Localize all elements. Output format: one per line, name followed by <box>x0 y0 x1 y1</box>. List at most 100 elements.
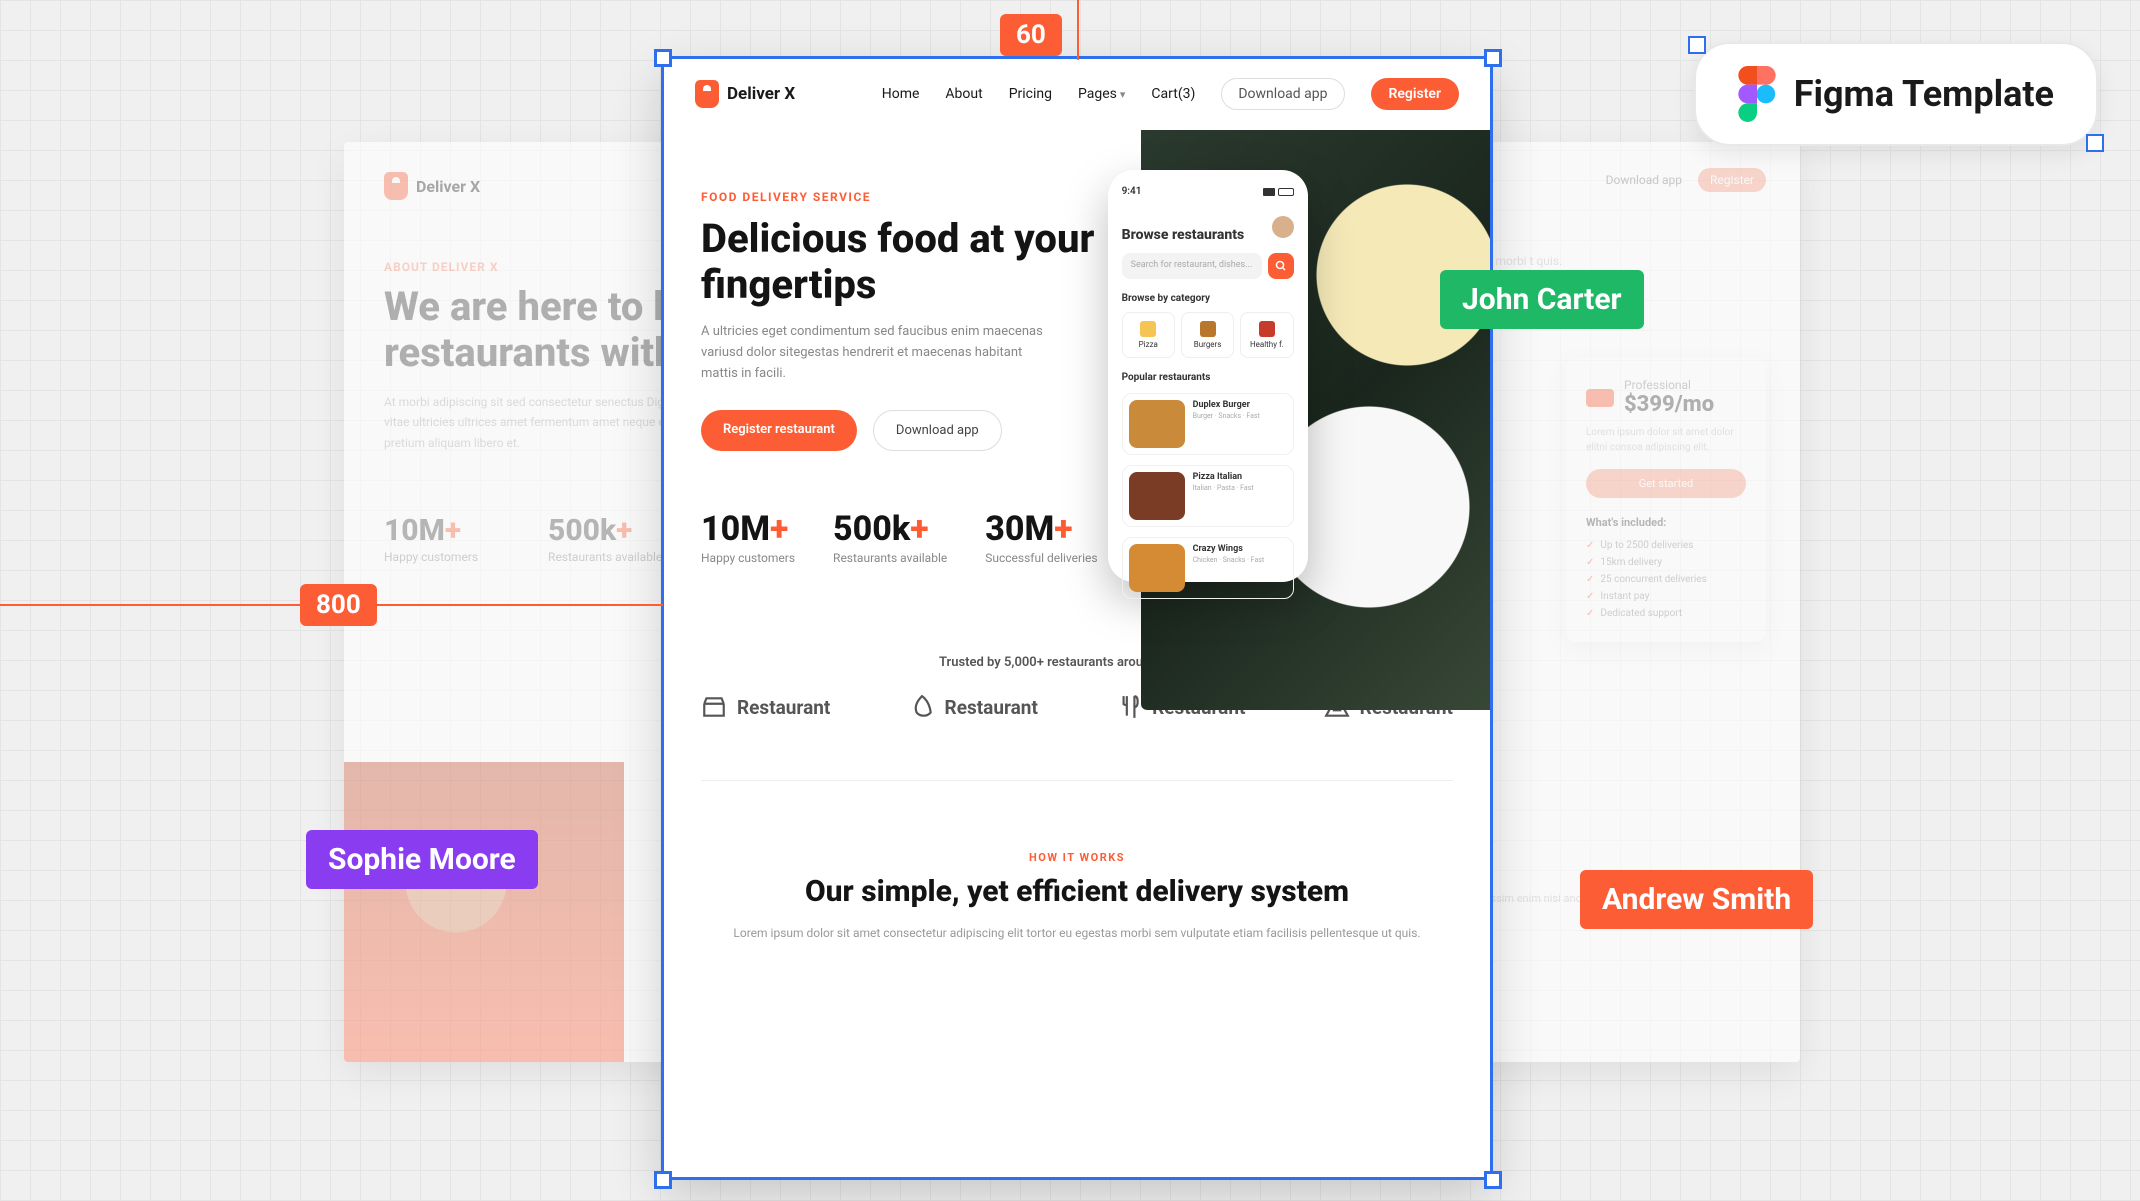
bg-right-nav-register: Register <box>1698 168 1766 192</box>
phone-search-button[interactable] <box>1268 253 1294 279</box>
phone-cat-pizza[interactable]: Pizza <box>1122 312 1175 358</box>
cat-label: Healthy f. <box>1250 340 1284 349</box>
plan-feature: 25 concurrent deliveries <box>1586 571 1746 588</box>
hero-eyebrow: FOOD DELIVERY SERVICE <box>701 190 1128 204</box>
stat-0-lbl: Happy customers <box>701 551 795 565</box>
rest-meta: Chicken · Snacks · Fast <box>1193 556 1287 564</box>
brand-logo[interactable]: Deliver X <box>695 80 795 108</box>
nav-link-pages[interactable]: Pages <box>1078 86 1125 102</box>
phone-restaurant-item[interactable]: Pizza Italian Italian · Pasta · Fast <box>1122 465 1294 527</box>
rest-meta: Burger · Snacks · Fast <box>1193 412 1287 420</box>
collab-tag-john: John Carter <box>1440 270 1644 329</box>
section-divider <box>701 780 1453 781</box>
phone-mockup: 9:41 Browse restaurants Search for resta… <box>1108 170 1308 582</box>
cat-icon <box>1140 321 1156 337</box>
plan-title: Professional <box>1624 378 1714 392</box>
phone-title: Browse restaurants <box>1122 227 1245 243</box>
figma-logo-icon <box>1738 66 1776 122</box>
bg-left-stat-1-num: 500k <box>548 513 616 548</box>
plan-feature: Instant pay <box>1586 588 1746 605</box>
stat-1-lbl: Restaurants available <box>833 551 947 565</box>
nav-link-home[interactable]: Home <box>882 86 920 102</box>
phone-cat-healthy[interactable]: Healthy f. <box>1240 312 1293 358</box>
plan-cta-button: Get started <box>1586 469 1746 498</box>
trusted-logo: Restaurant <box>909 694 1038 720</box>
rest-thumb <box>1129 400 1185 448</box>
bg-left-stat-1-lbl: Restaurants available <box>548 550 662 564</box>
figma-template-badge: Figma Template <box>1694 42 2098 146</box>
rest-name: Pizza Italian <box>1193 472 1287 482</box>
pricing-plan-card: Professional $399/mo Lorem ipsum dolor s… <box>1566 358 1766 642</box>
selection-handle-bl[interactable] <box>654 1171 672 1189</box>
stat-1-num: 500k <box>833 509 910 549</box>
hero-download-button[interactable]: Download app <box>873 410 1002 451</box>
cat-label: Pizza <box>1139 340 1158 349</box>
spacing-line-top <box>1077 0 1079 60</box>
collab-tag-andrew: Andrew Smith <box>1580 870 1813 929</box>
bg-left-brand: Deliver X <box>416 177 480 196</box>
stat-0-num: 10M <box>701 509 770 549</box>
plan-icon <box>1586 389 1614 407</box>
avatar <box>1272 216 1294 238</box>
plan-whats-included: What's included: <box>1586 516 1746 529</box>
trusted-text: Restaurant <box>945 696 1038 719</box>
nav-link-cart[interactable]: Cart(3) <box>1151 86 1195 102</box>
bg-left-stat-0-lbl: Happy customers <box>384 550 478 564</box>
nav-link-pricing[interactable]: Pricing <box>1009 86 1052 102</box>
hero-stats: 10M+Happy customers 500k+Restaurants ava… <box>701 509 1128 575</box>
rest-meta: Italian · Pasta · Fast <box>1193 484 1287 492</box>
how-eyebrow: HOW IT WORKS <box>723 851 1431 864</box>
trusted-text: Restaurant <box>737 696 830 719</box>
collab-tag-sophie: Sophie Moore <box>306 830 538 889</box>
nav-download-button[interactable]: Download app <box>1221 78 1344 110</box>
hero-register-button[interactable]: Register restaurant <box>701 410 857 451</box>
plan-price: $399/mo <box>1624 392 1714 417</box>
phone-popular: Popular restaurants <box>1122 372 1294 383</box>
nav-register-button[interactable]: Register <box>1371 78 1460 110</box>
phone-search-input[interactable]: Search for restaurant, dishes... <box>1122 253 1262 279</box>
brand-mark-icon <box>695 80 719 108</box>
selected-frame-home[interactable]: Deliver X Home About Pricing Pages Cart(… <box>663 58 1491 1178</box>
nav-link-about[interactable]: About <box>945 86 982 102</box>
rest-thumb <box>1129 472 1185 520</box>
cat-label: Burgers <box>1194 340 1222 349</box>
selection-handle-br[interactable] <box>1484 1171 1502 1189</box>
phone-time: 9:41 <box>1122 186 1142 197</box>
stat-2-num: 30M <box>985 509 1054 549</box>
cat-icon <box>1259 321 1275 337</box>
bg-left-delivery-image <box>344 762 624 1062</box>
plan-desc: Lorem ipsum dolor sit amet dolor elitni … <box>1586 425 1746 455</box>
bg-right-nav-download: Download app <box>1606 173 1682 187</box>
rest-name: Crazy Wings <box>1193 544 1287 554</box>
plan-feature: Up to 2500 deliveries <box>1586 537 1746 554</box>
battery-icon <box>1278 188 1294 196</box>
plan-feature: Dedicated support <box>1586 605 1746 622</box>
how-heading: Our simple, yet efficient delivery syste… <box>723 874 1431 910</box>
plan-feature: 15km delivery <box>1586 554 1746 571</box>
spacing-badge-left: 800 <box>300 584 377 626</box>
selection-handle-tr[interactable] <box>1484 49 1502 67</box>
hero-heading: Delicious food at your fingertips <box>701 216 1128 308</box>
phone-restaurant-item[interactable]: Duplex Burger Burger · Snacks · Fast <box>1122 393 1294 455</box>
fork-icon <box>1116 694 1142 720</box>
rest-name: Duplex Burger <box>1193 400 1287 410</box>
how-body: Lorem ipsum dolor sit amet consectetur a… <box>723 924 1431 943</box>
cat-icon <box>1200 321 1216 337</box>
hero-body: A ultricies eget condimentum sed faucibu… <box>701 322 1061 384</box>
how-it-works-section: HOW IT WORKS Our simple, yet efficient d… <box>663 851 1491 943</box>
stat-2-lbl: Successful deliveries <box>985 551 1097 565</box>
trusted-logo: Restaurant <box>701 694 830 720</box>
figma-template-label: Figma Template <box>1794 73 2054 115</box>
plan-feature-list: Up to 2500 deliveries 15km delivery 25 c… <box>1586 537 1746 622</box>
phone-cat-burgers[interactable]: Burgers <box>1181 312 1234 358</box>
phone-browse-by: Browse by category <box>1122 293 1294 304</box>
hero-section: FOOD DELIVERY SERVICE Delicious food at … <box>663 130 1491 575</box>
rest-thumb <box>1129 544 1185 592</box>
store-icon <box>701 694 727 720</box>
phone-restaurant-item[interactable]: Crazy Wings Chicken · Snacks · Fast <box>1122 537 1294 599</box>
signal-icon <box>1263 188 1275 196</box>
bg-left-stat-0-num: 10M <box>384 513 445 548</box>
selection-handle-tl[interactable] <box>654 49 672 67</box>
leaf-icon <box>909 694 935 720</box>
main-nav: Deliver X Home About Pricing Pages Cart(… <box>663 58 1491 130</box>
